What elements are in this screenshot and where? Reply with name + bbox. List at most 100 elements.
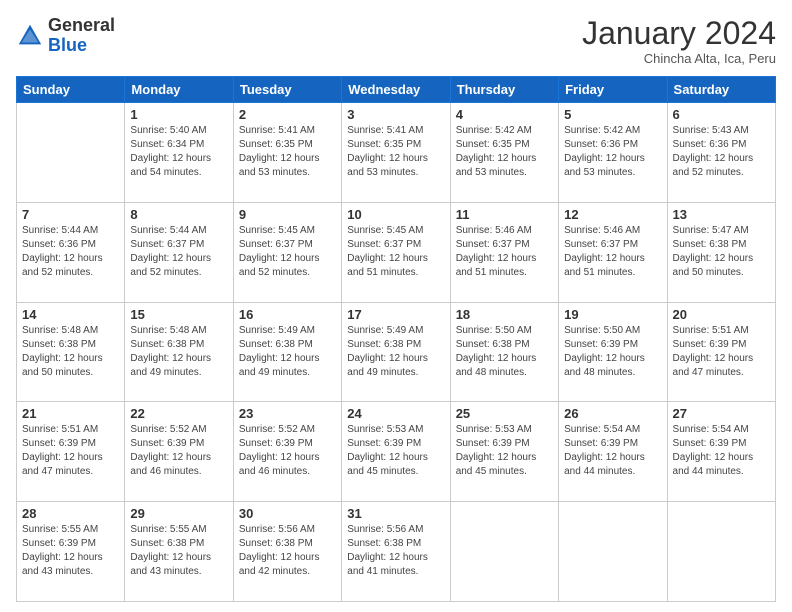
- day-number: 24: [347, 406, 444, 421]
- table-cell: 9 Sunrise: 5:45 AM Sunset: 6:37 PM Daylig…: [233, 202, 341, 302]
- day-number: 13: [673, 207, 770, 222]
- logo-icon: [16, 22, 44, 50]
- col-friday: Friday: [559, 77, 667, 103]
- table-cell: 27Sunrise: 5:54 AM Sunset: 6:39 PM Dayli…: [667, 402, 775, 502]
- table-cell: [17, 103, 125, 203]
- day-number: 14: [22, 307, 119, 322]
- day-info: Sunrise: 5:44 AM Sunset: 6:37 PM Dayligh…: [130, 224, 227, 280]
- table-cell: [450, 502, 558, 602]
- logo: General Blue: [16, 16, 115, 56]
- day-number: 26: [564, 406, 661, 421]
- table-cell: 31Sunrise: 5:56 AM Sunset: 6:38 PM Dayli…: [342, 502, 450, 602]
- day-number: 15: [130, 307, 227, 322]
- day-info: Sunrise: 5:50 AM Sunset: 6:39 PM Dayligh…: [564, 324, 661, 380]
- day-number: 27: [673, 406, 770, 421]
- day-info: Sunrise: 5:51 AM Sunset: 6:39 PM Dayligh…: [22, 423, 119, 479]
- table-cell: 10 Sunrise: 5:45 AM Sunset: 6:37 PM Dayli…: [342, 202, 450, 302]
- day-info: Sunrise: 5:42 AM Sunset: 6:36 PM Dayligh…: [564, 124, 661, 180]
- day-number: 12: [564, 207, 661, 222]
- table-cell: 26Sunrise: 5:54 AM Sunset: 6:39 PM Dayli…: [559, 402, 667, 502]
- day-info: Sunrise: 5:48 AM Sunset: 6:38 PM Dayligh…: [130, 324, 227, 380]
- day-number: 19: [564, 307, 661, 322]
- week-row-3: 14 Sunrise: 5:48 AM Sunset: 6:38 PM Dayli…: [17, 302, 776, 402]
- table-cell: 8Sunrise: 5:44 AM Sunset: 6:37 PM Daylig…: [125, 202, 233, 302]
- day-number: 9: [239, 207, 336, 222]
- day-info: Sunrise: 5:45 AM Sunset: 6:37 PM Dayligh…: [239, 224, 336, 280]
- col-thursday: Thursday: [450, 77, 558, 103]
- day-info: Sunrise: 5:53 AM Sunset: 6:39 PM Dayligh…: [456, 423, 553, 479]
- day-info: Sunrise: 5:48 AM Sunset: 6:38 PM Dayligh…: [22, 324, 119, 380]
- day-info: Sunrise: 5:55 AM Sunset: 6:39 PM Dayligh…: [22, 523, 119, 579]
- col-wednesday: Wednesday: [342, 77, 450, 103]
- table-cell: [559, 502, 667, 602]
- day-number: 3: [347, 107, 444, 122]
- page: General Blue January 2024 Chincha Alta, …: [0, 0, 792, 612]
- day-number: 29: [130, 506, 227, 521]
- table-cell: 7Sunrise: 5:44 AM Sunset: 6:36 PM Daylig…: [17, 202, 125, 302]
- day-number: 16: [239, 307, 336, 322]
- day-number: 7: [22, 207, 119, 222]
- table-cell: 16 Sunrise: 5:49 AM Sunset: 6:38 PM Dayli…: [233, 302, 341, 402]
- week-row-4: 21 Sunrise: 5:51 AM Sunset: 6:39 PM Dayli…: [17, 402, 776, 502]
- table-cell: 24Sunrise: 5:53 AM Sunset: 6:39 PM Dayli…: [342, 402, 450, 502]
- day-number: 31: [347, 506, 444, 521]
- table-cell: 12 Sunrise: 5:46 AM Sunset: 6:37 PM Dayli…: [559, 202, 667, 302]
- day-number: 5: [564, 107, 661, 122]
- table-cell: 18 Sunrise: 5:50 AM Sunset: 6:38 PM Dayli…: [450, 302, 558, 402]
- day-number: 1: [130, 107, 227, 122]
- table-cell: 21 Sunrise: 5:51 AM Sunset: 6:39 PM Dayli…: [17, 402, 125, 502]
- day-number: 28: [22, 506, 119, 521]
- table-cell: 30 Sunrise: 5:56 AM Sunset: 6:38 PM Dayli…: [233, 502, 341, 602]
- month-title: January 2024: [582, 16, 776, 51]
- table-cell: 19 Sunrise: 5:50 AM Sunset: 6:39 PM Dayli…: [559, 302, 667, 402]
- week-row-2: 7Sunrise: 5:44 AM Sunset: 6:36 PM Daylig…: [17, 202, 776, 302]
- title-block: January 2024 Chincha Alta, Ica, Peru: [582, 16, 776, 66]
- table-cell: 3 Sunrise: 5:41 AM Sunset: 6:35 PM Daylig…: [342, 103, 450, 203]
- day-info: Sunrise: 5:56 AM Sunset: 6:38 PM Dayligh…: [239, 523, 336, 579]
- day-info: Sunrise: 5:45 AM Sunset: 6:37 PM Dayligh…: [347, 224, 444, 280]
- table-cell: 1 Sunrise: 5:40 AM Sunset: 6:34 PM Daylig…: [125, 103, 233, 203]
- day-info: Sunrise: 5:50 AM Sunset: 6:38 PM Dayligh…: [456, 324, 553, 380]
- table-cell: 14 Sunrise: 5:48 AM Sunset: 6:38 PM Dayli…: [17, 302, 125, 402]
- table-cell: 4 Sunrise: 5:42 AM Sunset: 6:35 PM Daylig…: [450, 103, 558, 203]
- table-cell: 20Sunrise: 5:51 AM Sunset: 6:39 PM Dayli…: [667, 302, 775, 402]
- table-cell: [667, 502, 775, 602]
- day-info: Sunrise: 5:46 AM Sunset: 6:37 PM Dayligh…: [564, 224, 661, 280]
- day-number: 10: [347, 207, 444, 222]
- day-number: 18: [456, 307, 553, 322]
- table-cell: 23 Sunrise: 5:52 AM Sunset: 6:39 PM Dayli…: [233, 402, 341, 502]
- table-cell: 28 Sunrise: 5:55 AM Sunset: 6:39 PM Dayli…: [17, 502, 125, 602]
- day-number: 30: [239, 506, 336, 521]
- day-number: 21: [22, 406, 119, 421]
- day-number: 4: [456, 107, 553, 122]
- col-monday: Monday: [125, 77, 233, 103]
- day-info: Sunrise: 5:41 AM Sunset: 6:35 PM Dayligh…: [347, 124, 444, 180]
- table-cell: 5 Sunrise: 5:42 AM Sunset: 6:36 PM Daylig…: [559, 103, 667, 203]
- day-info: Sunrise: 5:40 AM Sunset: 6:34 PM Dayligh…: [130, 124, 227, 180]
- logo-blue: Blue: [48, 35, 87, 55]
- day-number: 25: [456, 406, 553, 421]
- table-cell: 17 Sunrise: 5:49 AM Sunset: 6:38 PM Dayli…: [342, 302, 450, 402]
- day-number: 2: [239, 107, 336, 122]
- day-info: Sunrise: 5:47 AM Sunset: 6:38 PM Dayligh…: [673, 224, 770, 280]
- calendar: Sunday Monday Tuesday Wednesday Thursday…: [16, 76, 776, 602]
- table-cell: 29 Sunrise: 5:55 AM Sunset: 6:38 PM Dayli…: [125, 502, 233, 602]
- week-row-1: 1 Sunrise: 5:40 AM Sunset: 6:34 PM Daylig…: [17, 103, 776, 203]
- day-info: Sunrise: 5:52 AM Sunset: 6:39 PM Dayligh…: [239, 423, 336, 479]
- day-info: Sunrise: 5:49 AM Sunset: 6:38 PM Dayligh…: [347, 324, 444, 380]
- week-row-5: 28 Sunrise: 5:55 AM Sunset: 6:39 PM Dayli…: [17, 502, 776, 602]
- day-info: Sunrise: 5:49 AM Sunset: 6:38 PM Dayligh…: [239, 324, 336, 380]
- day-number: 17: [347, 307, 444, 322]
- table-cell: 2 Sunrise: 5:41 AM Sunset: 6:35 PM Daylig…: [233, 103, 341, 203]
- day-number: 23: [239, 406, 336, 421]
- table-cell: 11Sunrise: 5:46 AM Sunset: 6:37 PM Dayli…: [450, 202, 558, 302]
- table-cell: 22Sunrise: 5:52 AM Sunset: 6:39 PM Dayli…: [125, 402, 233, 502]
- day-info: Sunrise: 5:42 AM Sunset: 6:35 PM Dayligh…: [456, 124, 553, 180]
- day-info: Sunrise: 5:55 AM Sunset: 6:38 PM Dayligh…: [130, 523, 227, 579]
- table-cell: 6Sunrise: 5:43 AM Sunset: 6:36 PM Daylig…: [667, 103, 775, 203]
- day-info: Sunrise: 5:52 AM Sunset: 6:39 PM Dayligh…: [130, 423, 227, 479]
- day-number: 20: [673, 307, 770, 322]
- header: General Blue January 2024 Chincha Alta, …: [16, 16, 776, 66]
- day-info: Sunrise: 5:41 AM Sunset: 6:35 PM Dayligh…: [239, 124, 336, 180]
- day-info: Sunrise: 5:46 AM Sunset: 6:37 PM Dayligh…: [456, 224, 553, 280]
